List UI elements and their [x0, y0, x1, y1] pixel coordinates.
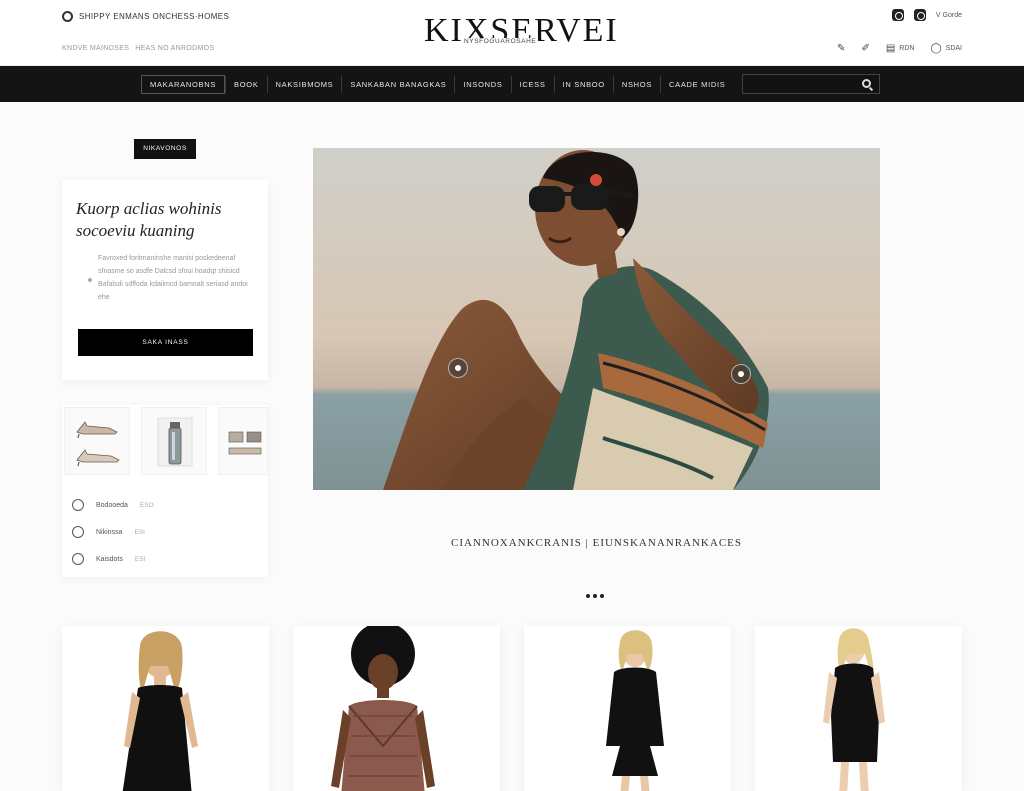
hotspot-icon[interactable]: [731, 364, 751, 384]
carousel-dot[interactable]: [600, 594, 604, 598]
product-image: [293, 626, 500, 791]
bag-button[interactable]: ▤ RDN: [886, 43, 915, 54]
product-card[interactable]: [524, 626, 731, 791]
thumbnail-bottle[interactable]: [141, 407, 207, 475]
account-label: SDAI: [945, 45, 962, 52]
product-image: [755, 626, 962, 791]
top-right-label[interactable]: V Gorde: [936, 12, 962, 19]
top-left-text: SHIPPY ENMANS ONCHESS·HOMES: [79, 12, 230, 21]
feature-label: Bodooeda: [96, 501, 128, 509]
nav-item[interactable]: NAKSIBMOMS: [266, 76, 342, 93]
utility-row: ✎ ✐ ▤ RDN ◯ SDAI: [837, 43, 962, 54]
main-nav: MAKARANOBNS BOOK NAKSIBMOMS SANKABAN BAN…: [0, 66, 1024, 102]
feature-value: ESI: [134, 528, 145, 536]
nav-item[interactable]: MAKARANOBNS: [141, 75, 226, 94]
nav-items: MAKARANOBNS BOOK NAKSIBMOMS SANKABAN BAN…: [141, 75, 734, 94]
top-right-actions: V Gorde: [891, 9, 962, 21]
return-icon: [72, 553, 84, 565]
shop-now-button[interactable]: SAKA INASS: [78, 329, 253, 356]
nav-item[interactable]: BOOK: [225, 76, 266, 93]
user-icon: ◯: [930, 43, 942, 54]
instagram-icon[interactable]: [891, 9, 904, 21]
feature-row: Kaisdots ESI: [72, 553, 145, 565]
feature-value: ESO: [139, 501, 154, 509]
feature-row: Nikinssa ESI: [72, 526, 145, 538]
product-card[interactable]: [293, 626, 500, 791]
feature-label: Nikinssa: [96, 528, 123, 536]
thumbnail-shoes[interactable]: [64, 407, 130, 475]
bullet-icon: [88, 278, 92, 282]
social-icon[interactable]: [913, 9, 926, 21]
truck-icon: [72, 526, 84, 538]
feature-label: Kaisdots: [96, 555, 123, 563]
product-image: [62, 626, 269, 791]
nav-item[interactable]: INSONDS: [454, 76, 510, 93]
thumbnail-accessories[interactable]: [218, 407, 268, 475]
nav-item[interactable]: CAADE MIDIS: [660, 76, 733, 93]
promo-text: Favroxed foritmaninshe manisi poskedeena…: [98, 255, 248, 301]
product-image: [524, 626, 731, 791]
bottle-icon: [157, 417, 193, 467]
carousel-dot[interactable]: [586, 594, 590, 598]
account-button[interactable]: ◯ SDAI: [930, 43, 962, 54]
top-sub-link[interactable]: KNDVE MAINOSES: [62, 45, 129, 52]
heels-icon: [76, 421, 120, 467]
top-sub-links: KNDVE MAINOSES HEAS NO ANRODMOS: [62, 45, 214, 52]
thumbnail-panel: Bodooeda ESO Nikinssa ESI Kaisdots ESI: [62, 405, 268, 577]
pen-icon[interactable]: ✐: [861, 43, 869, 54]
promo-badge: NIKAVONOS: [134, 139, 196, 159]
feature-row: Bodooeda ESO: [72, 499, 154, 511]
search-input[interactable]: [743, 77, 853, 96]
top-sub-link[interactable]: HEAS NO ANRODMOS: [135, 45, 214, 52]
brand-logo[interactable]: KIXSERVEI NYSFOGUAROSAHE: [424, 12, 617, 50]
top-left-info: SHIPPY ENMANS ONCHESS·HOMES: [62, 11, 229, 22]
search-box: [742, 74, 880, 96]
carousel-dots[interactable]: [586, 594, 604, 598]
bag-icon: ▤: [885, 43, 896, 54]
hero-tagline: CIANNOXANKCRANIS | EIUNSKANANRANKACES: [451, 537, 742, 549]
globe-icon: [62, 11, 73, 22]
hero-image[interactable]: [313, 148, 880, 490]
promo-card: Kuorp aclias wohinis socoeviu kuaning Fa…: [62, 180, 268, 380]
pencil-icon[interactable]: ✎: [837, 43, 845, 54]
search-icon[interactable]: [862, 79, 871, 88]
feature-value: ESI: [134, 555, 146, 563]
hotspot-icon[interactable]: [448, 358, 468, 378]
logo-tagline: NYSFOGUAROSAHE: [462, 38, 539, 45]
top-header: SHIPPY ENMANS ONCHESS·HOMES KNDVE MAINOS…: [0, 0, 1024, 66]
nav-item[interactable]: ICESS: [510, 76, 554, 93]
product-card[interactable]: [755, 626, 962, 791]
bag-label: RDN: [899, 45, 915, 52]
hero-photo: [313, 148, 880, 490]
accessories-icon: [228, 431, 262, 455]
nav-item[interactable]: NSHOS: [612, 76, 660, 93]
product-card[interactable]: [62, 626, 269, 791]
shield-icon: [72, 499, 84, 511]
nav-item[interactable]: IN SNBOO: [553, 76, 613, 93]
promo-title: Kuorp aclias wohinis socoeviu kuaning: [76, 199, 222, 240]
nav-item[interactable]: SANKABAN BANAGKAS: [341, 76, 454, 93]
carousel-dot[interactable]: [593, 594, 597, 598]
